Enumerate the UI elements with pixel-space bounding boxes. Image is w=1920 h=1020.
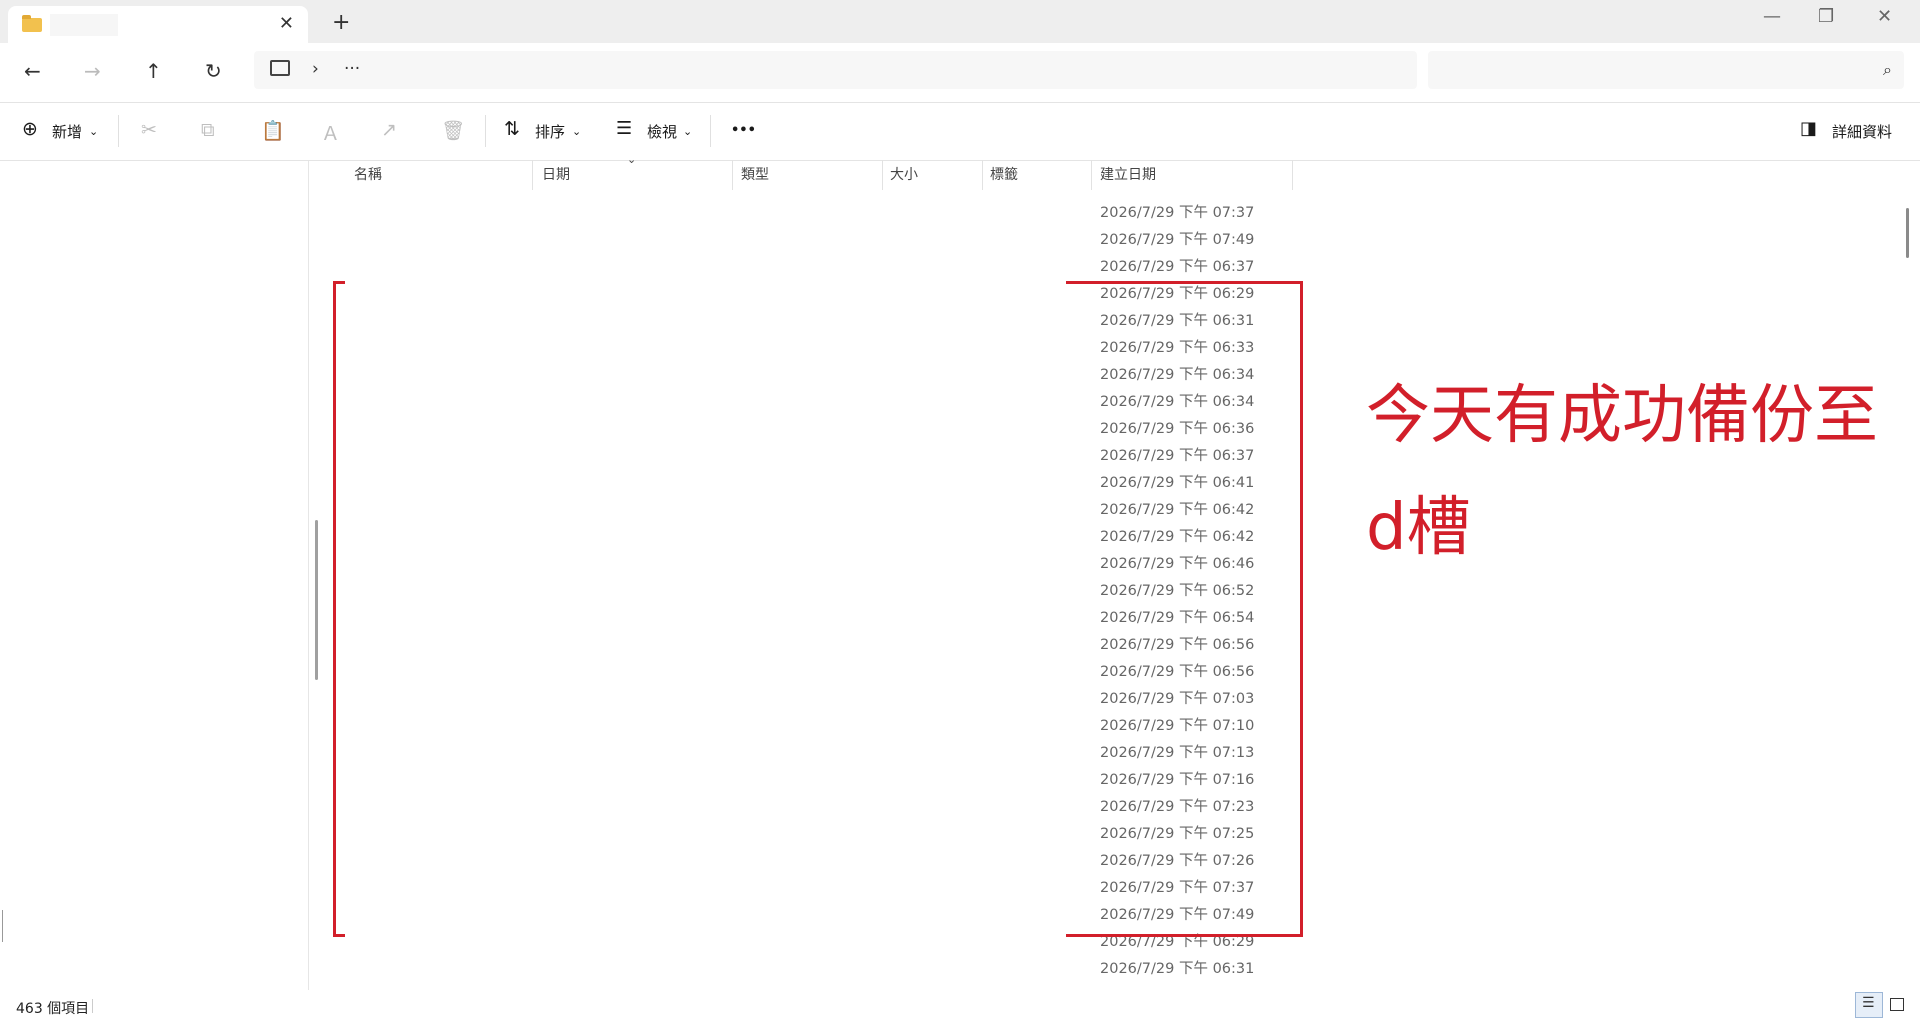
list-row-created-date[interactable]: 2026/7/29 下午 07:49 — [1100, 228, 1254, 249]
details-button[interactable]: 詳細資料 — [1832, 121, 1892, 142]
navigation-pane[interactable] — [0, 161, 309, 990]
sort-icon[interactable]: ⇅ — [504, 118, 520, 140]
annotation-bracket-right — [1066, 281, 1303, 937]
chevron-down-icon: ⌄ — [683, 125, 693, 138]
annotation-text: 今天有成功備份至 d槽 — [1366, 360, 1878, 584]
address-bar[interactable]: › ··· — [254, 51, 1417, 89]
list-row-created-date[interactable]: 2026/7/29 下午 06:37 — [1100, 255, 1254, 276]
details-view-button[interactable] — [1855, 992, 1883, 1018]
chevron-down-icon: ⌄ — [89, 125, 99, 138]
divider — [118, 115, 119, 147]
copy-icon[interactable]: ⧉ — [201, 119, 215, 141]
minimize-button[interactable]: — — [1763, 6, 1781, 27]
divider — [92, 999, 93, 1013]
search-input[interactable]: ⌕ — [1428, 51, 1904, 89]
new-plus-icon[interactable]: ⊕ — [22, 118, 38, 140]
column-divider[interactable] — [532, 160, 533, 190]
resize-handle[interactable] — [2, 910, 7, 942]
rename-icon[interactable]: Ａ — [321, 119, 340, 146]
view-button[interactable]: 檢視 — [647, 121, 677, 142]
more-options-button[interactable]: ••• — [731, 123, 756, 138]
details-pane-icon[interactable]: ◨ — [1800, 118, 1817, 139]
maximize-button[interactable]: ❐ — [1818, 6, 1834, 27]
annotation-line-2: d槽 — [1366, 491, 1471, 565]
divider — [485, 115, 486, 147]
list-row-created-date[interactable]: 2026/7/29 下午 07:37 — [1100, 201, 1254, 222]
column-header-tags[interactable]: 標籤 — [990, 164, 1018, 192]
command-bar: ⊕ 新增 ⌄ ✂ ⧉ 📋 Ａ ↗ 🗑 ⇅ 排序 ⌄ ☰ 檢視 ⌄ ••• ◨ 詳… — [0, 103, 1920, 161]
divider — [710, 115, 711, 147]
forward-arrow-icon[interactable]: → — [84, 59, 101, 83]
sort-chevron-icon: ⌄ — [627, 153, 637, 166]
tiles-view-button[interactable] — [1890, 998, 1904, 1011]
breadcrumb-chevron-icon[interactable]: › — [312, 59, 319, 79]
chevron-down-icon: ⌄ — [572, 125, 582, 138]
search-icon[interactable]: ⌕ — [1883, 60, 1892, 80]
status-bar: 463 個項目 — [0, 990, 1920, 1020]
close-window-button[interactable]: ✕ — [1877, 6, 1892, 27]
annotation-line-1: 今天有成功備份至 — [1366, 379, 1878, 453]
column-header-size[interactable]: 大小 — [890, 164, 918, 192]
breadcrumb-overflow-button[interactable]: ··· — [344, 59, 360, 79]
share-icon[interactable]: ↗ — [381, 119, 397, 141]
folder-icon — [22, 15, 42, 32]
view-icon[interactable]: ☰ — [616, 118, 632, 139]
column-divider[interactable] — [732, 160, 733, 190]
this-pc-icon[interactable] — [270, 60, 290, 76]
column-divider[interactable] — [882, 160, 883, 190]
annotation-bracket-left — [333, 281, 345, 937]
delete-icon[interactable]: 🗑 — [441, 119, 465, 142]
column-header-created[interactable]: 建立日期 — [1100, 164, 1156, 192]
column-header-date[interactable]: 日期 — [542, 164, 570, 192]
navigation-bar: ← → ↑ ↻ › ··· ⌕ — [0, 43, 1920, 103]
sort-button[interactable]: 排序 — [535, 121, 565, 142]
title-bar: ✕ + — ❐ ✕ — [0, 0, 1920, 43]
new-tab-button[interactable]: + — [332, 10, 350, 35]
close-tab-icon[interactable]: ✕ — [279, 13, 294, 34]
refresh-icon[interactable]: ↻ — [205, 59, 222, 83]
column-divider[interactable] — [1292, 160, 1293, 190]
column-divider[interactable] — [982, 160, 983, 190]
up-arrow-icon[interactable]: ↑ — [145, 59, 162, 83]
list-row-created-date[interactable]: 2026/7/29 下午 06:31 — [1100, 957, 1254, 978]
list-scrollbar-thumb[interactable] — [1906, 208, 1909, 258]
paste-icon[interactable]: 📋 — [261, 119, 285, 142]
pane-scrollbar[interactable] — [315, 520, 318, 680]
tab-current[interactable]: ✕ — [8, 6, 308, 43]
column-header-name[interactable]: 名稱 — [354, 164, 382, 192]
column-divider[interactable] — [1091, 160, 1092, 190]
back-arrow-icon[interactable]: ← — [24, 59, 41, 83]
item-count: 463 個項目 — [16, 1001, 90, 1017]
column-header-type[interactable]: 類型 — [741, 164, 769, 192]
new-button[interactable]: 新增 — [52, 121, 82, 142]
cut-icon[interactable]: ✂ — [141, 119, 157, 141]
tab-title — [50, 14, 118, 36]
